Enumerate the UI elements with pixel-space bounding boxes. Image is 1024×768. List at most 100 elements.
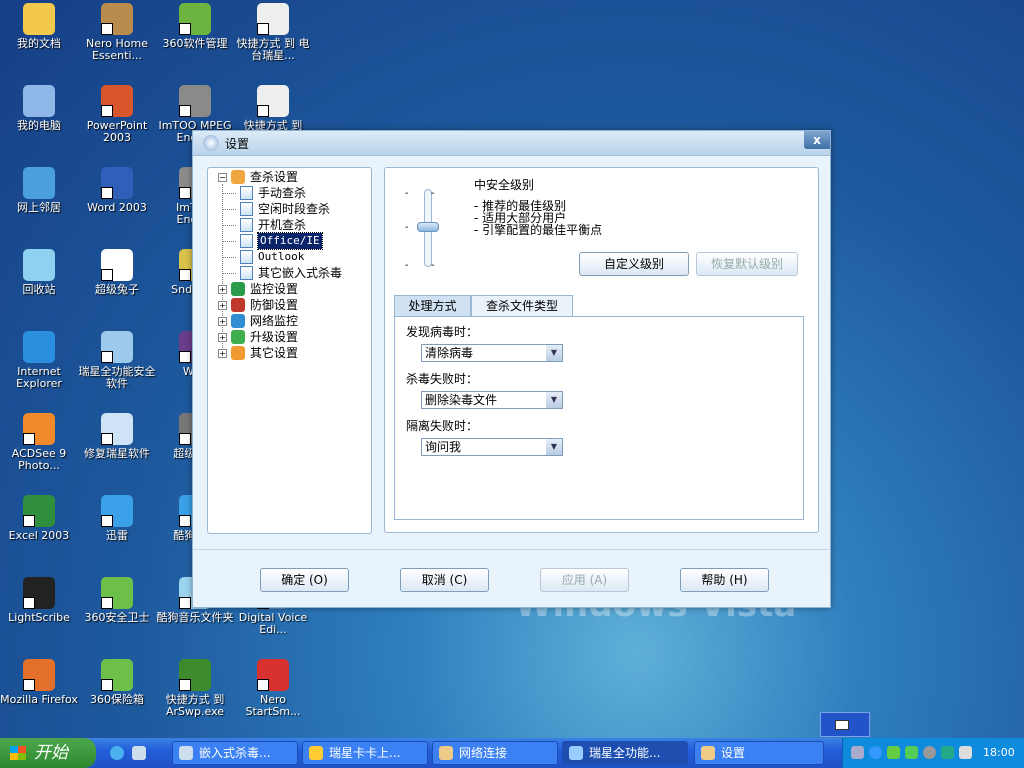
360-icon[interactable] <box>887 746 900 759</box>
tree-node[interactable]: 其它嵌入式杀毒 <box>222 265 342 281</box>
desktop-icon[interactable]: 迅雷 <box>78 495 156 542</box>
desktop-icon-label: 我的电脑 <box>17 119 61 132</box>
chevron-down-icon[interactable]: ▼ <box>546 392 562 408</box>
help-button[interactable]: 帮助 (H) <box>680 568 769 592</box>
document-icon <box>240 250 253 264</box>
tree-node-scan-settings[interactable]: − 查杀设置 <box>218 169 298 185</box>
tree-node[interactable]: + 其它设置 <box>218 345 298 361</box>
ie-quicklaunch-icon[interactable] <box>110 746 124 760</box>
taskbar-item[interactable]: 瑞星卡卡上... <box>302 741 428 765</box>
app-icon <box>257 85 289 117</box>
desktop-icon[interactable]: 快捷方式 到 ArSwp.exe <box>156 659 234 718</box>
apply-button[interactable]: 应用 (A) <box>540 568 629 592</box>
windows-flag-icon <box>10 746 26 760</box>
desktop-icon[interactable]: 修复瑞星软件 <box>78 413 156 460</box>
app-icon <box>101 3 133 35</box>
shield-icon <box>231 298 245 312</box>
level-title: 中安全级别 <box>474 178 535 192</box>
action-select[interactable]: 删除染毒文件 ▼ <box>421 391 563 409</box>
desktop-icon[interactable]: 我的电脑 <box>0 85 78 132</box>
desktop-icon[interactable]: ACDSee 9 Photo... <box>0 413 78 472</box>
action-select[interactable]: 清除病毒 ▼ <box>421 344 563 362</box>
cancel-button[interactable]: 取消 (C) <box>400 568 489 592</box>
desktop-icon-label: Excel 2003 <box>8 529 70 542</box>
document-icon <box>240 202 253 216</box>
custom-level-button[interactable]: 自定义级别 <box>579 252 689 276</box>
tab-file-types[interactable]: 查杀文件类型 <box>471 295 573 316</box>
desktop-icon[interactable]: 超级兔子 <box>78 249 156 296</box>
action-select[interactable]: 询问我 ▼ <box>421 438 563 456</box>
desktop-icon-label: 超级兔子 <box>95 283 139 296</box>
app-icon <box>257 659 289 691</box>
rising-icon[interactable] <box>869 746 882 759</box>
desktop-quicklaunch-icon[interactable] <box>132 746 146 760</box>
taskbar-item[interactable]: 瑞星全功能... <box>562 741 688 765</box>
tree-node[interactable]: + 防御设置 <box>218 297 298 313</box>
printer-icon[interactable] <box>959 746 972 759</box>
volume-icon[interactable] <box>923 746 936 759</box>
window-icon <box>701 746 715 760</box>
app-icon <box>179 659 211 691</box>
ok-button[interactable]: 确定 (O) <box>260 568 349 592</box>
window-icon <box>179 746 193 760</box>
collapse-icon[interactable]: − <box>218 172 227 182</box>
tree-node[interactable]: 空闲时段查杀 <box>222 201 330 217</box>
desktop-icon[interactable]: 快捷方式 到 <box>234 85 312 132</box>
desktop-icon[interactable]: Internet Explorer <box>0 331 78 390</box>
field-label: 隔离失败时： <box>406 419 479 433</box>
close-button[interactable]: x <box>804 131 830 149</box>
dialog-titlebar[interactable]: 设置 <box>193 131 830 156</box>
desktop-icon-label: 迅雷 <box>106 529 128 542</box>
app-icon <box>23 577 55 609</box>
security-level-slider[interactable]: - - - - - - <box>405 186 455 271</box>
tree-node[interactable]: Outlook <box>222 249 304 265</box>
chevron-down-icon[interactable]: ▼ <box>546 345 562 361</box>
desktop-icon-label: 网上邻居 <box>17 201 61 214</box>
tree-node[interactable]: + 升级设置 <box>218 329 298 345</box>
umbrella-icon[interactable] <box>941 746 954 759</box>
desktop-icon[interactable]: 瑞星全功能安全软件 <box>78 331 156 390</box>
app-icon <box>179 3 211 35</box>
expand-icon[interactable]: + <box>218 348 227 358</box>
desktop-icon[interactable]: 360安全卫士 <box>78 577 156 624</box>
desktop-icon[interactable]: Mozilla Firefox <box>0 659 78 706</box>
slider-thumb[interactable] <box>417 222 439 232</box>
desktop-icon[interactable]: 360软件管理 <box>156 3 234 50</box>
desktop-icon-label: 360保险箱 <box>90 693 144 706</box>
restore-default-button[interactable]: 恢复默认级别 <box>696 252 798 276</box>
desktop-icon-label: LightScribe <box>8 611 70 624</box>
desktop-icon[interactable]: Nero StartSm... <box>234 659 312 718</box>
tree-node[interactable]: 开机查杀 <box>222 217 306 233</box>
desktop-icon[interactable]: 我的文档 <box>0 3 78 50</box>
desktop-icon[interactable]: Excel 2003 <box>0 495 78 542</box>
desktop-icon[interactable]: LightScribe <box>0 577 78 624</box>
chevron-down-icon[interactable]: ▼ <box>546 439 562 455</box>
desktop-icon[interactable]: 网上邻居 <box>0 167 78 214</box>
expand-icon[interactable]: + <box>218 300 227 310</box>
tree-node[interactable]: 手动查杀 <box>222 185 306 201</box>
desktop-icon[interactable]: PowerPoint 2003 <box>78 85 156 144</box>
app-icon <box>101 659 133 691</box>
desktop-icon[interactable]: 回收站 <box>0 249 78 296</box>
safe-icon[interactable] <box>905 746 918 759</box>
desktop-icon[interactable]: Nero Home Essenti... <box>78 3 156 62</box>
tab-handling[interactable]: 处理方式 <box>394 295 471 316</box>
desktop-icon[interactable]: 快捷方式 到 电台瑞星... <box>234 3 312 62</box>
app-icon <box>257 3 289 35</box>
taskbar-item[interactable]: 设置 <box>694 741 824 765</box>
document-icon <box>240 186 253 200</box>
network-icon[interactable] <box>851 746 864 759</box>
tree-node[interactable]: + 监控设置 <box>218 281 298 297</box>
tree-node[interactable]: Office/IE <box>222 232 323 250</box>
rising-shield-icon <box>203 135 219 151</box>
tree-node[interactable]: + 网络监控 <box>218 313 298 329</box>
expand-icon[interactable]: + <box>218 284 227 294</box>
desktop-icon-label: 回收站 <box>22 283 56 296</box>
language-bar[interactable] <box>820 712 870 737</box>
taskbar-item[interactable]: 网络连接 <box>432 741 558 765</box>
expand-icon[interactable]: + <box>218 316 227 326</box>
desktop-icon[interactable]: Word 2003 <box>78 167 156 214</box>
expand-icon[interactable]: + <box>218 332 227 342</box>
desktop-icon[interactable]: 360保险箱 <box>78 659 156 706</box>
taskbar-item[interactable]: 嵌入式杀毒... <box>172 741 298 765</box>
